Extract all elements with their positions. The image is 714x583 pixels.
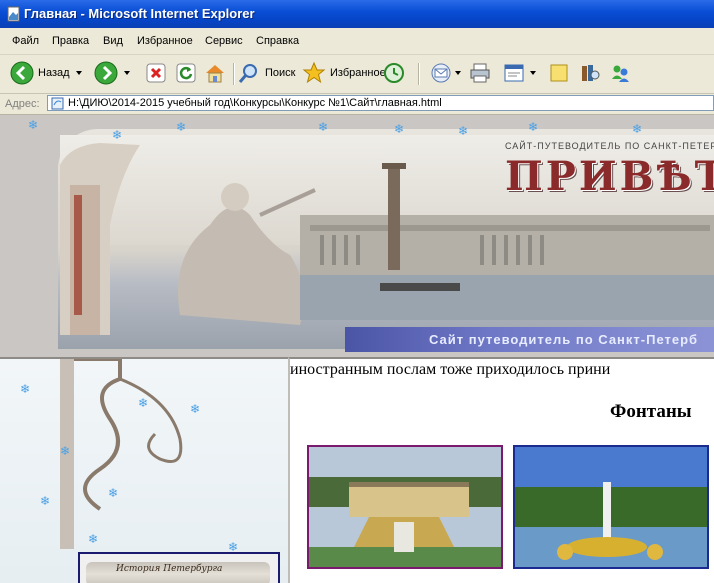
favorites-button[interactable]: Избранное xyxy=(302,59,386,87)
snowflake-icon: ❄ xyxy=(108,486,119,500)
menu-tools[interactable]: Сервис xyxy=(205,35,243,47)
edit-dropdown-icon[interactable] xyxy=(530,71,536,75)
left-sidebar: История Петербурга xyxy=(0,357,288,583)
stop-button[interactable] xyxy=(145,59,167,87)
address-input[interactable]: H:\ДИЮ\2014-2015 учебный год\Конкурсы\Ко… xyxy=(47,95,714,111)
research-button[interactable] xyxy=(578,59,602,87)
search-button[interactable]: Поиск xyxy=(237,59,295,87)
print-button[interactable] xyxy=(468,59,492,87)
refresh-button[interactable] xyxy=(175,59,197,87)
address-label: Адрес: xyxy=(5,98,40,110)
search-icon xyxy=(238,64,257,83)
toolbar-separator xyxy=(418,63,420,85)
stop-icon xyxy=(146,63,166,83)
history-icon xyxy=(384,63,404,83)
snowflake-icon: ❄ xyxy=(228,540,239,554)
address-url: H:\ДИЮ\2014-2015 учебный год\Конкурсы\Ко… xyxy=(68,97,442,109)
edit-page-icon xyxy=(504,64,524,82)
fountain-photo-2-image xyxy=(515,447,707,567)
back-dropdown-icon[interactable] xyxy=(75,71,82,75)
toolbar-separator xyxy=(233,63,235,85)
snowflake-icon: ❄ xyxy=(20,382,31,396)
main-content: иностранным послам тоже приходилось прин… xyxy=(288,357,714,583)
fountain-photo-2[interactable] xyxy=(513,445,709,569)
banner-strip: Сайт путеводитель по Санкт-Петерб xyxy=(345,327,714,352)
mail-button[interactable] xyxy=(430,59,461,87)
snowflake-icon: ❄ xyxy=(528,120,539,134)
snowflake-icon: ❄ xyxy=(458,124,469,138)
favorites-label: Избранное xyxy=(330,67,386,79)
address-bar: Адрес: H:\ДИЮ\2014-2015 учебный год\Конк… xyxy=(0,94,714,115)
site-banner: САЙТ-ПУТЕВОДИТЕЛЬ ПО САНКТ-ПЕТЕРБ ПРИВѢТ… xyxy=(0,115,714,357)
snowflake-icon: ❄ xyxy=(112,128,123,142)
site-logo: ПРИВѢТЪ xyxy=(505,153,714,200)
refresh-icon xyxy=(176,63,196,83)
content-text: иностранным послам тоже приходилось прин… xyxy=(290,361,611,378)
forward-button[interactable] xyxy=(94,59,130,87)
fountains-heading: Фонтаны xyxy=(610,401,692,422)
history-link-label: История Петербурга xyxy=(116,564,223,574)
note-icon xyxy=(550,64,568,82)
snowflake-icon: ❄ xyxy=(190,402,201,416)
ie-page-icon xyxy=(7,6,20,22)
snowflake-icon: ❄ xyxy=(318,120,329,134)
menu-favorites[interactable]: Избранное xyxy=(137,35,193,47)
forward-arrow-icon xyxy=(94,61,118,85)
back-label: Назад xyxy=(38,67,70,79)
sidebar-ornament xyxy=(60,359,183,549)
snowflake-icon: ❄ xyxy=(394,122,405,136)
snowflake-icon: ❄ xyxy=(28,118,39,132)
snowflake-icon: ❄ xyxy=(632,122,643,136)
messenger-buddies-icon xyxy=(612,65,629,82)
page-icon xyxy=(51,97,64,110)
back-button[interactable]: Назад xyxy=(10,59,82,87)
fountain-photo-1[interactable] xyxy=(307,445,503,569)
snowflake-icon: ❄ xyxy=(88,532,99,546)
back-arrow-icon xyxy=(10,61,34,85)
search-label: Поиск xyxy=(265,67,296,79)
menu-bar: Файл Правка Вид Избранное Сервис Справка xyxy=(0,28,714,55)
favorites-star-icon xyxy=(302,61,326,84)
snowflake-icon: ❄ xyxy=(60,444,71,458)
page-viewport[interactable]: САЙТ-ПУТЕВОДИТЕЛЬ ПО САНКТ-ПЕТЕРБ ПРИВѢТ… xyxy=(0,115,714,583)
messenger-button[interactable] xyxy=(608,59,632,87)
toolbar: Назад Поиск Избранное xyxy=(0,55,714,94)
research-books-icon xyxy=(582,65,600,81)
home-button[interactable] xyxy=(203,59,227,87)
menu-edit[interactable]: Правка xyxy=(52,35,89,47)
title-bar[interactable]: Главная - Microsoft Internet Explorer xyxy=(0,0,714,28)
mail-icon xyxy=(431,63,451,83)
home-icon xyxy=(206,65,224,83)
snowflake-icon: ❄ xyxy=(138,396,149,410)
snowflake-icon: ❄ xyxy=(176,120,187,134)
history-button[interactable] xyxy=(382,59,406,87)
history-link-box[interactable]: История Петербурга xyxy=(78,552,280,583)
window-title: Главная - Microsoft Internet Explorer xyxy=(24,6,255,21)
banner-strip-text: Сайт путеводитель по Санкт-Петерб xyxy=(429,332,699,347)
mail-dropdown-icon[interactable] xyxy=(455,71,461,75)
fountain-photo-1-image xyxy=(309,447,501,567)
menu-file[interactable]: Файл xyxy=(12,35,39,47)
forward-dropdown-icon[interactable] xyxy=(124,71,130,75)
banner-subtitle: САЙТ-ПУТЕВОДИТЕЛЬ ПО САНКТ-ПЕТЕРБ xyxy=(505,141,714,151)
print-icon xyxy=(470,63,490,83)
menu-view[interactable]: Вид xyxy=(103,35,123,47)
discuss-button[interactable] xyxy=(548,59,570,87)
snowflake-icon: ❄ xyxy=(40,494,51,508)
edit-button[interactable] xyxy=(502,59,536,87)
menu-help[interactable]: Справка xyxy=(256,35,299,47)
